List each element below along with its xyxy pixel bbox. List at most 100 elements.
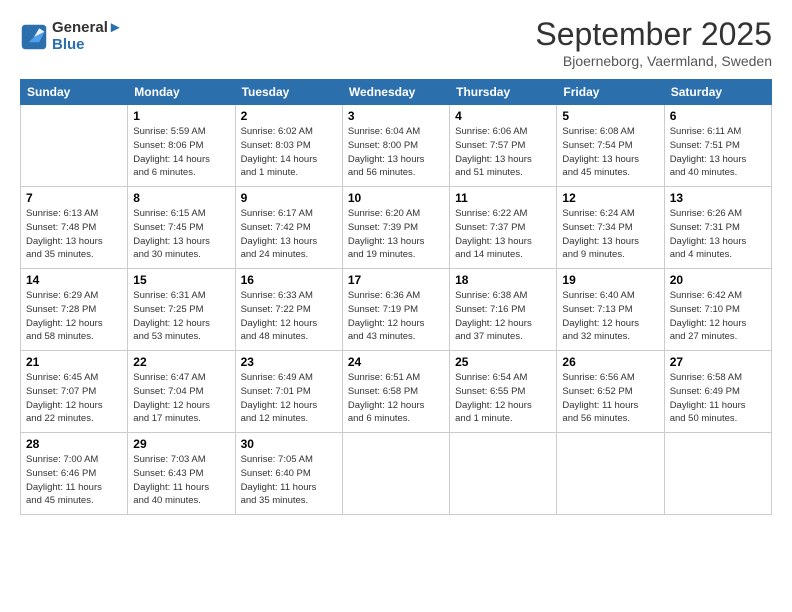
calendar-cell: 30Sunrise: 7:05 AM Sunset: 6:40 PM Dayli… <box>235 433 342 515</box>
calendar-cell: 24 Sunrise: 6:51 AM Sunset: 6:58 PM Dayli… <box>342 351 449 433</box>
day-number: 4 <box>455 109 551 123</box>
day-number: 28 <box>26 437 122 451</box>
day-info: Sunrise: 6:47 AM Sunset: 7:04 PM Dayligh… <box>133 371 229 426</box>
day-info: Sunrise: 6:54 AM Sunset: 6:55 PM Dayligh… <box>455 371 551 426</box>
calendar-cell: 5 Sunrise: 6:08 AM Sunset: 7:54 PM Daylig… <box>557 105 664 187</box>
calendar-cell: 26Sunrise: 6:56 AM Sunset: 6:52 PM Dayli… <box>557 351 664 433</box>
calendar-week-row: 28 Sunrise: 7:00 AM Sunset: 6:46 PM Dayli… <box>21 433 772 515</box>
header-wednesday: Wednesday <box>342 80 449 105</box>
calendar-cell: 13 Sunrise: 6:26 AM Sunset: 7:31 PM Dayli… <box>664 187 771 269</box>
day-info: Sunrise: 6:38 AM Sunset: 7:16 PM Dayligh… <box>455 289 551 344</box>
day-info: Sunrise: 7:03 AM Sunset: 6:43 PM Dayligh… <box>133 453 229 508</box>
day-info: Sunrise: 6:20 AM Sunset: 7:39 PM Dayligh… <box>348 207 444 262</box>
calendar-cell: 20 Sunrise: 6:42 AM Sunset: 7:10 PM Dayli… <box>664 269 771 351</box>
calendar-week-row: 14Sunrise: 6:29 AM Sunset: 7:28 PM Dayli… <box>21 269 772 351</box>
calendar-cell: 3Sunrise: 6:04 AM Sunset: 8:00 PM Daylig… <box>342 105 449 187</box>
weekday-header-row: Sunday Monday Tuesday Wednesday Thursday… <box>21 80 772 105</box>
page: General► Blue September 2025 Bjoerneborg… <box>0 0 792 612</box>
logo: General► Blue <box>20 20 123 53</box>
day-info: Sunrise: 6:42 AM Sunset: 7:10 PM Dayligh… <box>670 289 766 344</box>
calendar-cell: 4 Sunrise: 6:06 AM Sunset: 7:57 PM Daylig… <box>450 105 557 187</box>
day-number: 19 <box>562 273 658 287</box>
day-info: Sunrise: 6:26 AM Sunset: 7:31 PM Dayligh… <box>670 207 766 262</box>
title-block: September 2025 Bjoerneborg, Vaermland, S… <box>535 16 772 69</box>
calendar-cell: 12Sunrise: 6:24 AM Sunset: 7:34 PM Dayli… <box>557 187 664 269</box>
logo-icon <box>20 23 48 51</box>
calendar-week-row: 7Sunrise: 6:13 AM Sunset: 7:48 PM Daylig… <box>21 187 772 269</box>
day-number: 2 <box>241 109 337 123</box>
day-number: 24 <box>348 355 444 369</box>
calendar-cell: 14Sunrise: 6:29 AM Sunset: 7:28 PM Dayli… <box>21 269 128 351</box>
day-info: Sunrise: 6:49 AM Sunset: 7:01 PM Dayligh… <box>241 371 337 426</box>
calendar-table: Sunday Monday Tuesday Wednesday Thursday… <box>20 79 772 515</box>
header-monday: Monday <box>128 80 235 105</box>
day-info: Sunrise: 6:45 AM Sunset: 7:07 PM Dayligh… <box>26 371 122 426</box>
calendar-cell <box>342 433 449 515</box>
day-info: Sunrise: 6:08 AM Sunset: 7:54 PM Dayligh… <box>562 125 658 180</box>
day-number: 11 <box>455 191 551 205</box>
day-info: Sunrise: 6:06 AM Sunset: 7:57 PM Dayligh… <box>455 125 551 180</box>
day-number: 5 <box>562 109 658 123</box>
calendar-cell: 28 Sunrise: 7:00 AM Sunset: 6:46 PM Dayli… <box>21 433 128 515</box>
calendar-cell <box>664 433 771 515</box>
calendar-cell: 19 Sunrise: 6:40 AM Sunset: 7:13 PM Dayli… <box>557 269 664 351</box>
calendar-cell: 16Sunrise: 6:33 AM Sunset: 7:22 PM Dayli… <box>235 269 342 351</box>
day-number: 30 <box>241 437 337 451</box>
day-info: Sunrise: 6:40 AM Sunset: 7:13 PM Dayligh… <box>562 289 658 344</box>
calendar-cell <box>557 433 664 515</box>
location-subtitle: Bjoerneborg, Vaermland, Sweden <box>535 53 772 69</box>
calendar-cell: 25 Sunrise: 6:54 AM Sunset: 6:55 PM Dayli… <box>450 351 557 433</box>
day-number: 10 <box>348 191 444 205</box>
day-number: 20 <box>670 273 766 287</box>
day-info: Sunrise: 6:11 AM Sunset: 7:51 PM Dayligh… <box>670 125 766 180</box>
header-friday: Friday <box>557 80 664 105</box>
day-info: Sunrise: 6:13 AM Sunset: 7:48 PM Dayligh… <box>26 207 122 262</box>
day-info: Sunrise: 6:58 AM Sunset: 6:49 PM Dayligh… <box>670 371 766 426</box>
day-number: 25 <box>455 355 551 369</box>
day-number: 17 <box>348 273 444 287</box>
day-number: 6 <box>670 109 766 123</box>
calendar-cell: 7Sunrise: 6:13 AM Sunset: 7:48 PM Daylig… <box>21 187 128 269</box>
calendar-cell: 11Sunrise: 6:22 AM Sunset: 7:37 PM Dayli… <box>450 187 557 269</box>
day-info: Sunrise: 7:00 AM Sunset: 6:46 PM Dayligh… <box>26 453 122 508</box>
day-info: Sunrise: 6:33 AM Sunset: 7:22 PM Dayligh… <box>241 289 337 344</box>
month-title: September 2025 <box>535 16 772 53</box>
calendar-week-row: 1 Sunrise: 5:59 AM Sunset: 8:06 PM Daylig… <box>21 105 772 187</box>
day-number: 21 <box>26 355 122 369</box>
day-number: 9 <box>241 191 337 205</box>
day-number: 23 <box>241 355 337 369</box>
calendar-cell: 8 Sunrise: 6:15 AM Sunset: 7:45 PM Daylig… <box>128 187 235 269</box>
calendar-cell <box>450 433 557 515</box>
calendar-week-row: 21 Sunrise: 6:45 AM Sunset: 7:07 PM Dayli… <box>21 351 772 433</box>
header-thursday: Thursday <box>450 80 557 105</box>
day-info: Sunrise: 6:36 AM Sunset: 7:19 PM Dayligh… <box>348 289 444 344</box>
calendar-cell <box>21 105 128 187</box>
day-number: 18 <box>455 273 551 287</box>
day-number: 13 <box>670 191 766 205</box>
calendar-cell: 23 Sunrise: 6:49 AM Sunset: 7:01 PM Dayli… <box>235 351 342 433</box>
day-number: 14 <box>26 273 122 287</box>
day-number: 26 <box>562 355 658 369</box>
calendar-cell: 27 Sunrise: 6:58 AM Sunset: 6:49 PM Dayli… <box>664 351 771 433</box>
day-info: Sunrise: 6:51 AM Sunset: 6:58 PM Dayligh… <box>348 371 444 426</box>
calendar-cell: 1 Sunrise: 5:59 AM Sunset: 8:06 PM Daylig… <box>128 105 235 187</box>
calendar-cell: 18 Sunrise: 6:38 AM Sunset: 7:16 PM Dayli… <box>450 269 557 351</box>
day-number: 8 <box>133 191 229 205</box>
day-info: Sunrise: 6:24 AM Sunset: 7:34 PM Dayligh… <box>562 207 658 262</box>
day-number: 27 <box>670 355 766 369</box>
logo-text: General► Blue <box>52 20 123 53</box>
day-info: Sunrise: 5:59 AM Sunset: 8:06 PM Dayligh… <box>133 125 229 180</box>
calendar-cell: 22Sunrise: 6:47 AM Sunset: 7:04 PM Dayli… <box>128 351 235 433</box>
day-info: Sunrise: 6:15 AM Sunset: 7:45 PM Dayligh… <box>133 207 229 262</box>
day-info: Sunrise: 6:02 AM Sunset: 8:03 PM Dayligh… <box>241 125 337 180</box>
day-number: 15 <box>133 273 229 287</box>
day-number: 3 <box>348 109 444 123</box>
header: General► Blue September 2025 Bjoerneborg… <box>20 16 772 69</box>
calendar-cell: 21 Sunrise: 6:45 AM Sunset: 7:07 PM Dayli… <box>21 351 128 433</box>
calendar-cell: 9Sunrise: 6:17 AM Sunset: 7:42 PM Daylig… <box>235 187 342 269</box>
calendar-cell: 2 Sunrise: 6:02 AM Sunset: 8:03 PM Daylig… <box>235 105 342 187</box>
header-sunday: Sunday <box>21 80 128 105</box>
calendar-cell: 6 Sunrise: 6:11 AM Sunset: 7:51 PM Daylig… <box>664 105 771 187</box>
day-number: 1 <box>133 109 229 123</box>
day-number: 29 <box>133 437 229 451</box>
